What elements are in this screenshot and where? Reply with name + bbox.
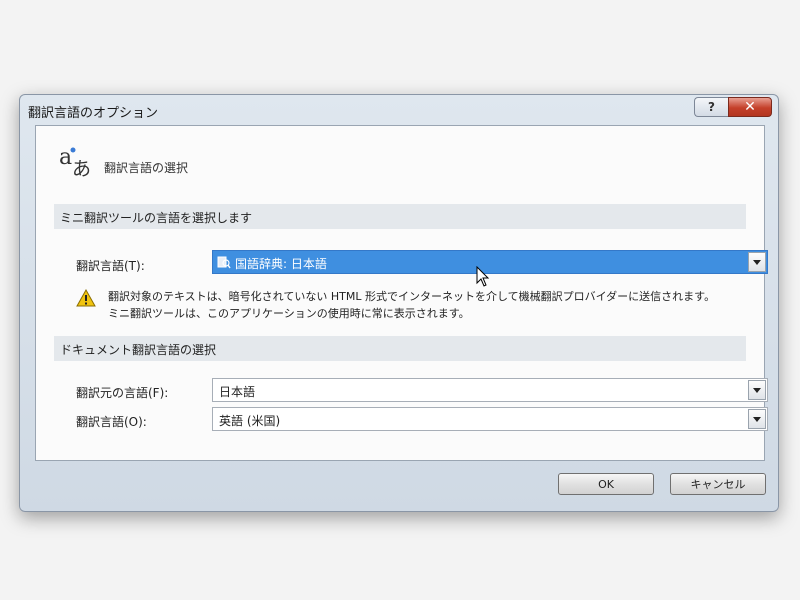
document-translation-section-header: ドキュメント翻訳言語の選択: [54, 336, 746, 361]
close-button[interactable]: ✕: [728, 97, 772, 117]
dialog-content: a あ 翻訳言語の選択 ミニ翻訳ツールの言語を選択します 翻訳言語(T): 国語…: [35, 125, 768, 461]
warning-message: 翻訳対象のテキストは、暗号化されていない HTML 形式でインターネットを介して…: [108, 288, 748, 322]
translation-language-label: 翻訳言語(T):: [76, 259, 145, 273]
translation-language-value: 国語辞典: 日本語: [235, 257, 327, 271]
svg-text:a: a: [59, 145, 72, 170]
warning-line-1: 翻訳対象のテキストは、暗号化されていない HTML 形式でインターネットを介して…: [108, 290, 716, 303]
dropdown-arrow-icon[interactable]: [748, 409, 766, 429]
source-language-combobox[interactable]: 日本語: [212, 378, 768, 402]
source-language-value: 日本語: [219, 385, 256, 399]
warning-icon: [76, 289, 96, 307]
target-language-combobox[interactable]: 英語 (米国): [212, 407, 768, 431]
svg-text:あ: あ: [72, 158, 91, 178]
header-title: 翻訳言語の選択: [104, 161, 189, 175]
dictionary-icon: [217, 256, 231, 269]
target-language-value: 英語 (米国): [219, 414, 281, 428]
section-title: ミニ翻訳ツールの言語を選択します: [60, 211, 253, 225]
cancel-button[interactable]: キャンセル: [670, 473, 766, 495]
mouse-cursor-icon: [476, 266, 490, 287]
dialog-title: 翻訳言語のオプション: [28, 106, 159, 121]
target-language-label: 翻訳言語(O):: [76, 415, 147, 429]
dropdown-arrow-icon[interactable]: [748, 252, 766, 272]
ok-button[interactable]: OK: [558, 473, 654, 495]
help-button[interactable]: ?: [694, 97, 728, 117]
mini-translator-section-header: ミニ翻訳ツールの言語を選択します: [54, 204, 746, 229]
dropdown-arrow-icon[interactable]: [748, 380, 766, 400]
section-title: ドキュメント翻訳言語の選択: [60, 343, 217, 357]
source-language-label: 翻訳元の言語(F):: [76, 386, 169, 400]
title-bar-buttons: ? ✕: [694, 97, 772, 117]
title-bar[interactable]: 翻訳言語のオプション ? ✕: [20, 95, 778, 125]
translation-language-combobox[interactable]: 国語辞典: 日本語: [212, 250, 768, 274]
translate-icon: a あ: [59, 145, 91, 178]
warning-line-2: ミニ翻訳ツールは、このアプリケーションの使用時に常に表示されます。: [108, 307, 470, 320]
translation-options-dialog: 翻訳言語のオプション ? ✕ a あ 翻訳言語の選択 ミニ翻訳ツールの言語を選択…: [19, 94, 779, 512]
